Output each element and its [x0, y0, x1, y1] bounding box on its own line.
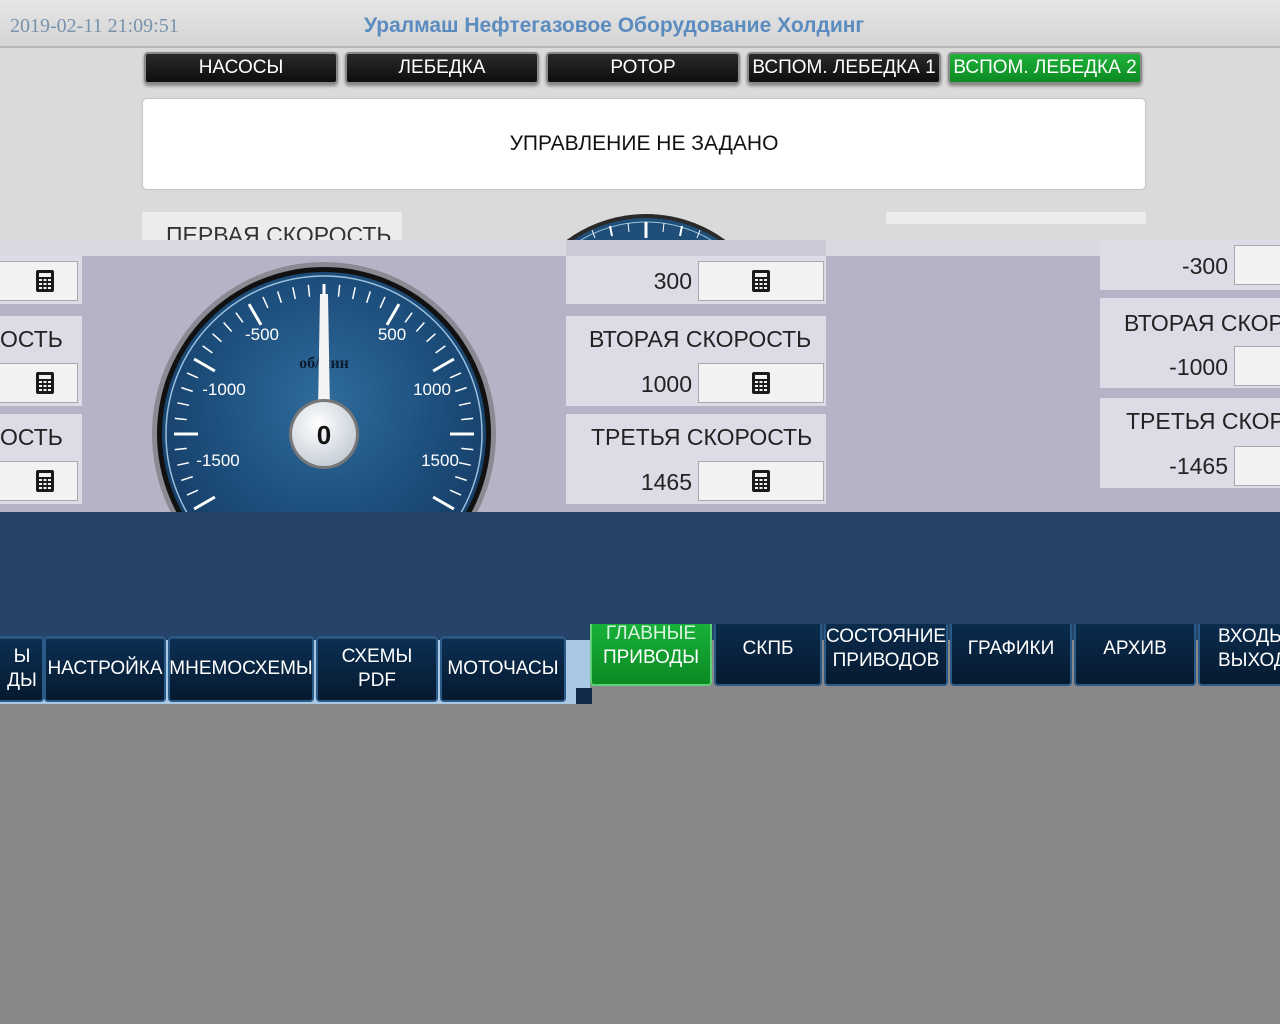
nav-label-line: ДЫ [7, 670, 37, 691]
right-first-speed-calc-button[interactable] [1234, 245, 1280, 285]
nav-corner-square [576, 688, 592, 704]
left-third-speed-box: ОСТЬ [0, 414, 82, 504]
gauge-tick-label: -500 [245, 325, 279, 344]
calculator-icon [752, 470, 770, 492]
nav-label-line: ПРИВОДОВ [832, 650, 940, 671]
right-second-speed-box: ВТОРАЯ СКОРО -1000 [1100, 298, 1280, 388]
center-third-speed-value: 1465 [640, 469, 692, 495]
calculator-icon [752, 372, 770, 394]
tab-pumps[interactable]: НАСОСЫ [144, 52, 338, 84]
left-first-speed-calc-button[interactable] [0, 261, 78, 301]
rpm-gauge: об/мин 0 -1500 -1000 -500 500 1000 1500 [140, 200, 510, 530]
nav-label-line: ГЛАВНЫЕ [605, 623, 697, 644]
right-first-speed-box: -300 [1100, 240, 1280, 290]
control-status-box: УПРАВЛЕНИЕ НЕ ЗАДАНО [142, 98, 1146, 190]
left-third-speed-calc-button[interactable] [0, 461, 78, 501]
control-status-text: УПРАВЛЕНИЕ НЕ ЗАДАНО [509, 132, 779, 155]
nav-label-line: PDF [358, 670, 396, 691]
nav-label-line: ПРИВОДЫ [602, 647, 700, 668]
nav-label-line: Ы [13, 646, 31, 667]
right-second-speed-calc-button[interactable] [1234, 346, 1280, 386]
right-second-speed-title: ВТОРАЯ СКОРО [1124, 310, 1280, 336]
center-first-speed-calc-button[interactable] [698, 261, 824, 301]
center-third-speed-title: ТРЕТЬЯ СКОРОСТЬ [591, 424, 813, 450]
center-header-strip [566, 240, 826, 256]
gauge-tick-label: 500 [378, 325, 406, 344]
left-first-speed-box [0, 256, 82, 304]
nav-label-line: ВХОДЫ [1218, 626, 1280, 647]
calculator-icon [752, 270, 770, 292]
right-third-speed-calc-button[interactable] [1234, 446, 1280, 486]
left-third-speed-title: ОСТЬ [0, 424, 63, 450]
nav-label-line: ВЫХОДЫ [1218, 650, 1280, 671]
tab-aux-drawworks-2[interactable]: ВСПОМ. ЛЕБЕДКА 2 [948, 52, 1142, 84]
nav-button-motor-hours[interactable]: МОТОЧАСЫ [440, 636, 566, 702]
nav-button-main-drives[interactable]: ГЛАВНЫЕ ПРИВОДЫ [590, 620, 712, 686]
gauge-tick-label: -1000 [202, 380, 245, 399]
center-third-speed-calc-button[interactable] [698, 461, 824, 501]
tab-rotor[interactable]: РОТОР [546, 52, 740, 84]
center-third-speed-box: ТРЕТЬЯ СКОРОСТЬ 1465 [566, 414, 826, 504]
nav-button-settings[interactable]: НАСТРОЙКА [44, 636, 166, 702]
gauge-tick-label: -1500 [196, 451, 239, 470]
nav-dark-band-overlay [590, 512, 1280, 624]
datetime-display: 2019-02-11 21:09:51 [10, 15, 179, 37]
nav-button-pdf-schemes[interactable]: СХЕМЫ PDF [316, 636, 438, 702]
mini-gauge-top [530, 208, 770, 240]
tab-aux-drawworks-1[interactable]: ВСПОМ. ЛЕБЕДКА 1 [747, 52, 941, 84]
calculator-icon [36, 372, 54, 394]
center-second-speed-title: ВТОРАЯ СКОРОСТЬ [589, 326, 812, 352]
center-first-speed-box: 300 [566, 256, 826, 304]
nav-button-mnemonics[interactable]: МНЕМОСХЕМЫ [168, 636, 314, 702]
nav-button-drives-partial[interactable]: Ы ДЫ [0, 636, 44, 702]
calculator-icon [36, 270, 54, 292]
nav-label-line: СОСТОЯНИЕ [825, 626, 947, 647]
right-third-speed-value: -1465 [1169, 453, 1228, 479]
right-first-speed-value: -300 [1181, 253, 1228, 279]
right-third-speed-box: ТРЕТЬЯ СКОРО -1465 [1100, 398, 1280, 488]
left-second-speed-calc-button[interactable] [0, 363, 78, 403]
left-second-speed-title: ОСТЬ [0, 326, 63, 352]
calculator-icon [36, 470, 54, 492]
right-second-speed-value: -1000 [1169, 354, 1228, 380]
gauge-tick-label: 1500 [421, 451, 459, 470]
title-bar: 2019-02-11 21:09:51 Уралмаш Нефтегазовое… [0, 0, 1280, 48]
gauge-tick-label: 1000 [413, 380, 451, 399]
right-third-speed-title: ТРЕТЬЯ СКОРО [1126, 408, 1280, 434]
gauge-needle [318, 294, 330, 412]
right-speed-header [886, 212, 1146, 224]
center-second-speed-value: 1000 [640, 371, 692, 397]
center-first-speed-value: 300 [653, 268, 692, 294]
center-second-speed-calc-button[interactable] [698, 363, 824, 403]
company-title: Уралмаш Нефтегазовое Оборудование Холдин… [364, 14, 865, 37]
nav-label-line: СХЕМЫ [341, 646, 413, 667]
tab-drawworks[interactable]: ЛЕБЕДКА [345, 52, 539, 84]
gauge-value: 0 [317, 420, 331, 450]
center-second-speed-box: ВТОРАЯ СКОРОСТЬ 1000 [566, 316, 826, 406]
left-second-speed-box: ОСТЬ [0, 316, 82, 406]
